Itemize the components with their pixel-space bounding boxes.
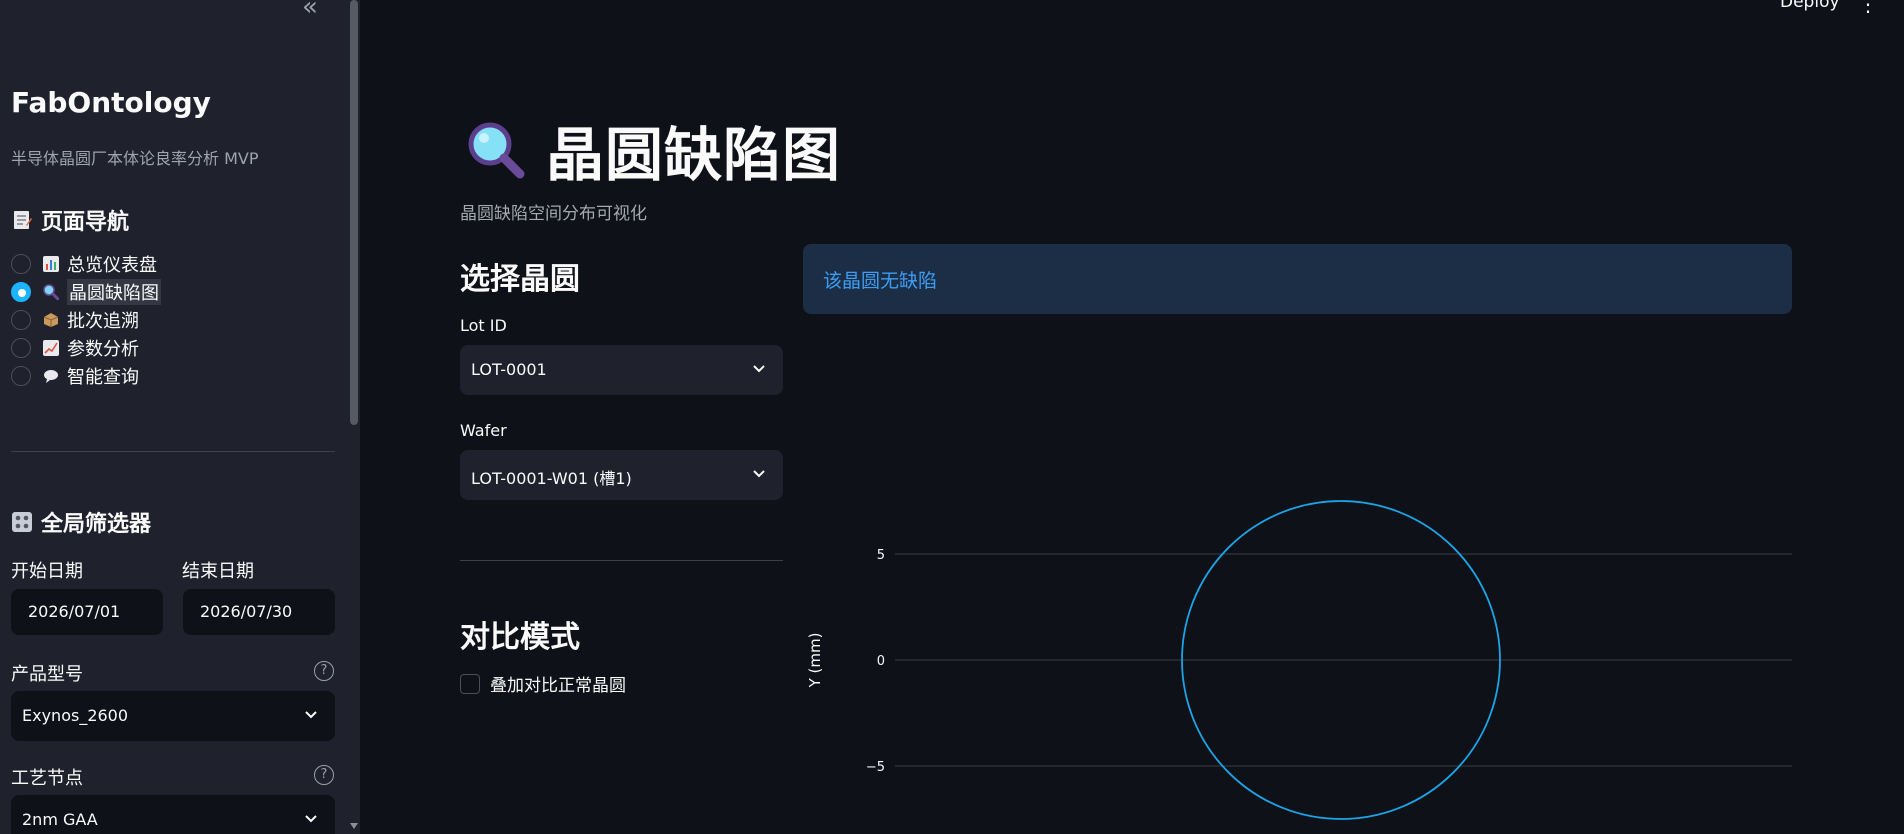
memo-icon [11, 209, 33, 231]
scroll-down-arrow-icon[interactable] [348, 820, 360, 832]
chevron-down-icon [305, 815, 317, 823]
chevron-down-icon [753, 470, 765, 478]
overlay-checkbox-label: 叠加对比正常晶圆 [490, 676, 626, 696]
nav-heading: 页面导航 [11, 204, 129, 236]
page-title: 晶圆缺陷图 [466, 108, 841, 192]
process-select[interactable]: 2nm GAA [11, 795, 335, 834]
magnifier-icon [468, 122, 525, 179]
nav-item-dashboard[interactable]: 总览仪表盘 [11, 250, 360, 278]
lot-id-select-value: LOT-0001 [471, 360, 547, 379]
product-help-icon[interactable]: ? [314, 661, 334, 681]
end-date-label: 结束日期 [182, 561, 254, 582]
speech-bubble-icon [43, 368, 59, 384]
sidebar: « FabOntology 半导体晶圆厂本体论良率分析 MVP 页面导航 总览仪… [0, 0, 360, 834]
radio-lot-trace[interactable] [11, 310, 31, 330]
y-axis-ticks: 5 0 −5 [866, 548, 885, 775]
sidebar-divider [11, 451, 335, 452]
wafer-select-value: LOT-0001-W01 (槽1) [471, 469, 632, 488]
page-nav-radio-group: 总览仪表盘 晶圆缺陷图 批次追溯 参数分析 智能查询 [11, 250, 360, 390]
main-divider [460, 560, 783, 561]
page-title-text: 晶圆缺陷图 [546, 121, 842, 189]
filters-heading: 全局筛选器 [11, 506, 151, 538]
bar-chart-icon [43, 256, 59, 272]
magnifier-icon [43, 284, 60, 301]
wafer-label: Wafer [460, 421, 507, 440]
lot-id-label: Lot ID [460, 316, 507, 335]
nav-label: 参数分析 [67, 339, 139, 360]
wafer-select[interactable]: LOT-0001-W01 (槽1) [460, 450, 783, 500]
nav-item-param-analysis[interactable]: 参数分析 [11, 334, 360, 362]
overlay-normal-wafer-checkbox[interactable]: 叠加对比正常晶圆 [460, 671, 626, 696]
select-wafer-heading: 选择晶圆 [460, 262, 580, 297]
process-help-icon[interactable]: ? [314, 765, 334, 785]
collapse-sidebar-button[interactable]: « [302, 0, 318, 22]
radio-smart-query[interactable] [11, 366, 31, 386]
nav-label: 晶圆缺陷图 [67, 279, 161, 305]
lot-id-select[interactable]: LOT-0001 [460, 345, 783, 395]
compare-mode-heading: 对比模式 [460, 620, 580, 655]
y-tick-label: −5 [866, 760, 885, 775]
product-select-value: Exynos_2600 [22, 706, 129, 725]
nav-item-smart-query[interactable]: 智能查询 [11, 362, 360, 390]
info-alert-text: 该晶圆无缺陷 [823, 270, 938, 292]
product-select[interactable]: Exynos_2600 [11, 691, 335, 741]
nav-label: 总览仪表盘 [67, 255, 157, 276]
info-alert: 该晶圆无缺陷 [803, 244, 1792, 314]
nav-label: 批次追溯 [67, 311, 139, 332]
line-chart-icon [43, 340, 59, 356]
wafer-map-chart[interactable]: 5 0 −5 Y (mm) [800, 480, 1792, 834]
start-date-label: 开始日期 [11, 561, 83, 582]
control-knobs-icon [11, 511, 33, 533]
checkbox-box[interactable] [460, 673, 480, 694]
sidebar-scrollbar-thumb[interactable] [350, 0, 358, 425]
filters-heading-label: 全局筛选器 [41, 512, 152, 537]
process-select-value: 2nm GAA [22, 810, 98, 829]
radio-wafer-map[interactable] [11, 282, 31, 302]
chart-grid [895, 553, 1792, 767]
page-caption: 晶圆缺陷空间分布可视化 [460, 204, 647, 224]
end-date-input[interactable]: 2026/07/30 [183, 589, 335, 635]
app-title: FabOntology [11, 86, 211, 119]
package-icon [43, 312, 59, 328]
chevron-down-icon [305, 711, 317, 719]
radio-param-analysis[interactable] [11, 338, 31, 358]
y-axis-label: Y (mm) [806, 633, 824, 689]
y-tick-label: 0 [877, 654, 885, 669]
nav-label: 智能查询 [67, 367, 139, 388]
main-menu-icon[interactable]: ⋮ [1858, 0, 1878, 16]
process-label: 工艺节点 [11, 768, 83, 789]
deploy-button[interactable]: Deploy [1780, 0, 1840, 12]
y-tick-label: 5 [877, 548, 885, 563]
nav-item-wafer-map[interactable]: 晶圆缺陷图 [11, 278, 360, 306]
radio-dashboard[interactable] [11, 254, 31, 274]
start-date-input[interactable]: 2026/07/01 [11, 589, 163, 635]
nav-heading-label: 页面导航 [41, 210, 130, 235]
app-subtitle: 半导体晶圆厂本体论良率分析 MVP [11, 149, 259, 168]
chevron-down-icon [753, 365, 765, 373]
nav-item-lot-trace[interactable]: 批次追溯 [11, 306, 360, 334]
product-label: 产品型号 [11, 664, 83, 685]
